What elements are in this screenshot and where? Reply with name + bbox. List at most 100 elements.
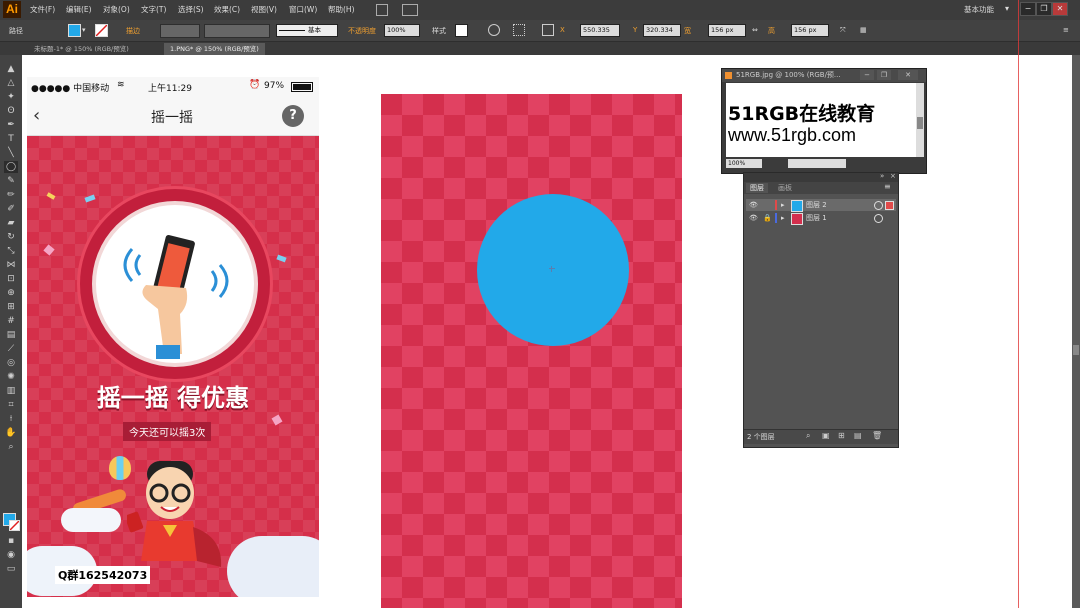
magic-wand-tool-icon[interactable]: ✦ [4,91,18,103]
menu-window[interactable]: 窗口(W) [289,4,317,15]
isolate-icon[interactable]: ▦ [860,26,867,34]
scrollbar-thumb[interactable] [1073,345,1079,355]
blend-tool-icon[interactable]: ◎ [4,357,18,369]
visibility-eye-icon[interactable]: 👁 [749,199,758,211]
layer-row[interactable]: 👁 ▸ 图层 2 [746,199,896,212]
artboard-navigation[interactable] [788,159,846,168]
stroke-label[interactable]: 描边 [126,26,140,36]
layer-name[interactable]: 图层 2 [806,199,827,211]
scale-tool-icon[interactable]: ⤡ [4,245,18,257]
line-tool-icon[interactable]: ╲ [4,147,18,159]
close-icon[interactable]: × [890,172,896,180]
image-window-titlebar[interactable]: 51RGB.jpg @ 100% (RGB/预... − ❐ ✕ [722,69,926,82]
menu-view[interactable]: 视图(V) [251,4,277,15]
workspace-switcher[interactable]: 基本功能 [964,4,994,15]
tab-layers[interactable]: 图层 [746,183,768,193]
panel-menu-icon[interactable]: ≡ [1063,26,1069,34]
draw-mode-icon[interactable]: ◉ [4,549,18,561]
free-transform-tool-icon[interactable]: ⊡ [4,273,18,285]
locate-object-icon[interactable]: ⌕ [806,431,810,441]
eyedropper-tool-icon[interactable]: ⟋ [4,343,18,355]
tab-artboards[interactable]: 画板 [774,183,796,193]
toolbox-stroke-swatch[interactable] [9,520,20,531]
blue-circle[interactable] [477,194,629,346]
target-icon[interactable] [874,214,883,223]
symbol-sprayer-tool-icon[interactable]: ✺ [4,371,18,383]
stroke-swatch[interactable] [95,24,108,37]
direct-selection-tool-icon[interactable]: △ [4,77,18,89]
opacity-field[interactable]: 100% [384,24,420,37]
panel-menu-icon[interactable]: ≡ [884,182,891,191]
stroke-weight-field[interactable] [160,24,200,38]
scrollbar-thumb[interactable] [917,117,923,129]
column-graph-tool-icon[interactable]: ▥ [4,385,18,397]
new-layer-icon[interactable]: ▤ [854,431,862,440]
perspective-grid-tool-icon[interactable]: ⊞ [4,301,18,313]
menu-edit[interactable]: 编辑(E) [66,4,92,15]
bridge-icon[interactable] [376,4,388,16]
blob-brush-tool-icon[interactable]: ✐ [4,203,18,215]
recolor-artwork-icon[interactable] [488,24,500,36]
type-tool-icon[interactable]: T [4,133,18,145]
menu-effect[interactable]: 效果(C) [214,4,240,15]
tab-untitled[interactable]: 未标题-1* @ 150% (RGB/预览) [28,43,135,55]
pen-tool-icon[interactable]: ✒ [4,119,18,131]
screen-mode-icon[interactable]: ▭ [4,563,18,575]
transform-icon[interactable]: ⤧ [840,26,846,35]
vertical-scrollbar[interactable] [1072,55,1080,608]
arrange-documents-icon[interactable] [402,4,418,16]
layer-row[interactable]: 👁 🔒 ▸ 图层 1 [746,212,896,225]
collapse-icon[interactable]: » [880,172,884,180]
eraser-tool-icon[interactable]: ▰ [4,217,18,229]
menu-object[interactable]: 对象(O) [103,4,130,15]
gradient-tool-icon[interactable]: ▤ [4,329,18,341]
layers-panel-header[interactable]: » × [744,172,898,182]
minimize-icon[interactable]: − [860,70,874,80]
phone-mockup[interactable]: ●●●●● 中国移动 ≋ 上午11:29 ⏰ 97% ‹ 摇一摇 ? 摇一摇 得… [27,77,319,597]
menu-select[interactable]: 选择(S) [178,4,204,15]
back-icon[interactable]: ‹ [33,105,40,126]
ellipse-tool-icon[interactable]: ◯ [4,161,18,173]
image-zoom-field[interactable]: 100% [726,159,762,168]
artboard-tool-icon[interactable]: ⌗ [4,399,18,411]
brush-definition[interactable]: 基本 [276,24,338,37]
close-icon[interactable]: ✕ [1052,2,1068,16]
align-icon[interactable] [513,24,525,36]
x-field[interactable]: 550.335 [580,24,620,37]
target-icon[interactable] [874,201,883,210]
visibility-eye-icon[interactable]: 👁 [749,212,758,224]
trash-icon[interactable]: 🗑 [872,431,882,440]
restore-icon[interactable]: ❐ [877,70,891,80]
menu-type[interactable]: 文字(T) [141,4,166,15]
image-vertical-scrollbar[interactable] [916,83,924,157]
paintbrush-tool-icon[interactable]: ✎ [4,175,18,187]
lasso-tool-icon[interactable]: ʘ [4,105,18,117]
menu-help[interactable]: 帮助(H) [328,4,355,15]
graphic-style-swatch[interactable] [455,24,468,37]
artboard[interactable] [381,94,682,608]
menu-file[interactable]: 文件(F) [30,4,55,15]
shape-builder-tool-icon[interactable]: ⊕ [4,287,18,299]
hand-tool-icon[interactable]: ✋ [4,427,18,439]
new-sublayer-icon[interactable]: ⊞ [838,431,845,440]
expand-triangle-icon[interactable]: ▸ [781,199,785,211]
pencil-tool-icon[interactable]: ✏ [4,189,18,201]
minimize-icon[interactable]: − [1020,2,1036,16]
variable-width-profile[interactable] [204,24,270,38]
make-clipping-mask-icon[interactable]: ▣ [822,431,830,440]
width-tool-icon[interactable]: ⋈ [4,259,18,271]
height-field[interactable]: 156 px [791,24,829,37]
restore-icon[interactable]: ❐ [1036,2,1052,16]
tab-1png[interactable]: 1.PNG* @ 150% (RGB/预览) [164,43,265,55]
chevron-down-icon[interactable]: ▾ [82,26,86,34]
rotate-tool-icon[interactable]: ↻ [4,231,18,243]
chevron-down-icon[interactable]: ▾ [1005,4,1009,13]
selection-tool-icon[interactable]: ▲ [4,63,18,75]
layer-name[interactable]: 图层 1 [806,212,827,224]
close-icon[interactable]: ✕ [898,70,918,80]
lock-icon[interactable]: 🔒 [763,212,772,224]
zoom-tool-icon[interactable]: ⌕ [4,441,18,453]
selection-indicator[interactable] [885,201,894,210]
y-field[interactable]: 320.334 [643,24,681,37]
fill-swatch[interactable] [68,24,81,37]
